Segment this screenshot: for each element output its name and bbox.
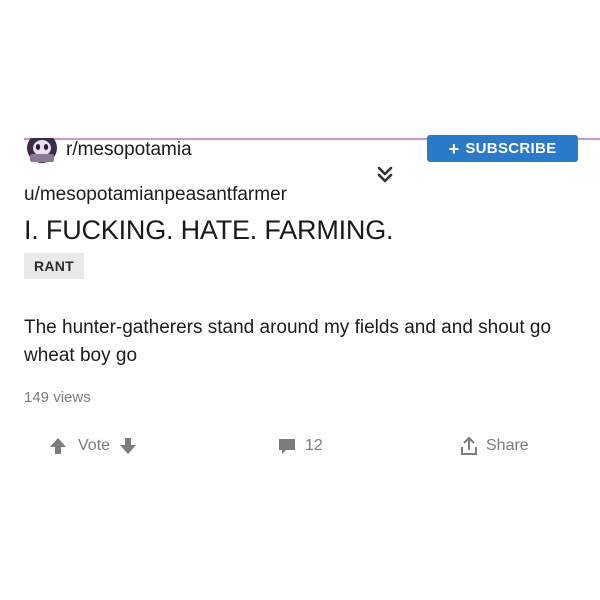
subscribe-button[interactable]: + SUBSCRIBE [427, 135, 578, 162]
subscribe-label: SUBSCRIBE [465, 140, 557, 157]
post-title[interactable]: I. FUCKING. HATE. FARMING. [24, 212, 394, 248]
collapse-button[interactable] [371, 160, 399, 188]
upvote-arrow-icon[interactable] [48, 436, 68, 456]
view-count: 149 views [24, 389, 91, 406]
vote-label: Vote [78, 437, 111, 454]
comment-count: 12 [305, 437, 323, 454]
community-avatar-icon[interactable] [24, 138, 60, 166]
community-name[interactable]: r/mesopotamia [66, 136, 192, 164]
downvote-arrow-icon[interactable] [118, 436, 138, 456]
comment-icon [279, 439, 295, 454]
share-icon [461, 437, 477, 455]
share-button[interactable]: Share [458, 430, 529, 462]
share-label: Share [486, 437, 529, 454]
flair-badge[interactable]: RANT [24, 253, 84, 279]
post-author[interactable]: u/mesopotamianpeasantfarmer [24, 182, 287, 208]
action-bar: Vote 12 Share [0, 430, 600, 462]
post-body: The hunter-gatherers stand around my fie… [24, 317, 552, 366]
post-page: r/mesopotamia + SUBSCRIBE u/mesopotamian… [0, 0, 600, 600]
double-chevron-down-icon [377, 166, 393, 183]
vote-group: Vote [48, 430, 138, 462]
comments-button[interactable]: 12 [277, 430, 323, 462]
plus-icon: + [448, 138, 460, 159]
community-header[interactable]: r/mesopotamia [24, 138, 192, 166]
